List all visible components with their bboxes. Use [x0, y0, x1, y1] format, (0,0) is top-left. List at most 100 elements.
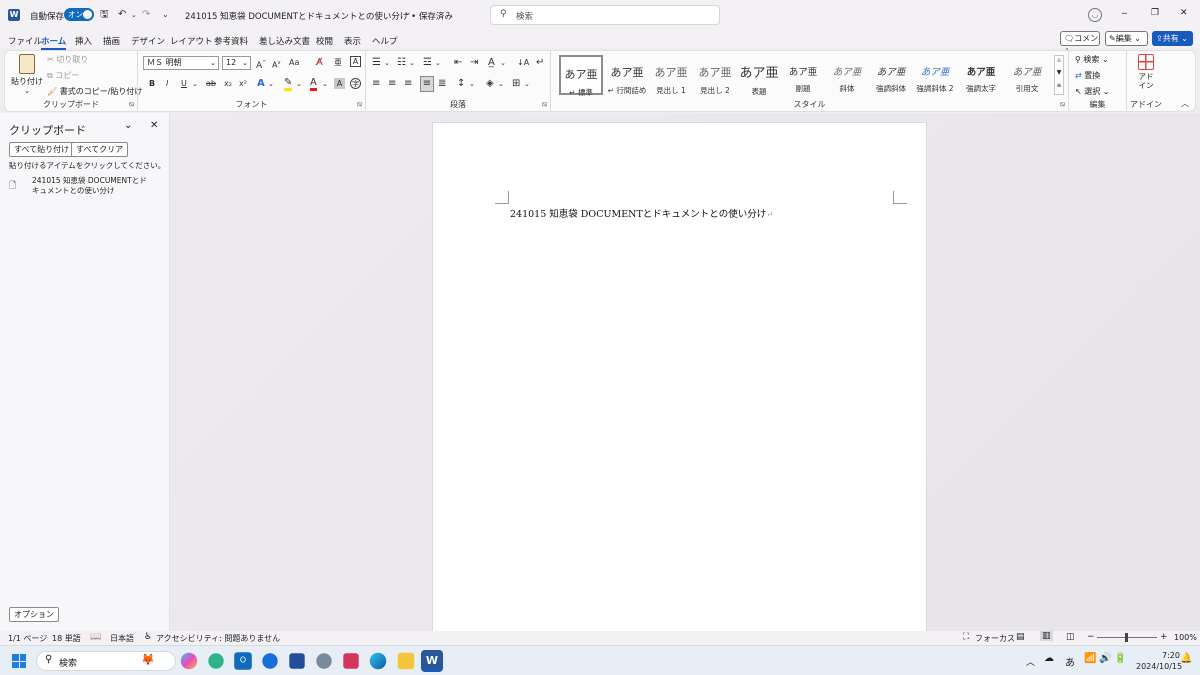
focus-mode-button[interactable]: フォーカス — [975, 633, 1015, 644]
sharing-icon[interactable] — [262, 653, 278, 669]
widgets-icon[interactable] — [208, 653, 224, 669]
paste-button[interactable]: 貼り付け ⌄ — [11, 54, 43, 98]
multilevel-list-icon[interactable]: ☲ — [423, 56, 432, 70]
numbering-icon[interactable]: ☷ — [397, 56, 406, 70]
find-button[interactable]: ⚲ 検索 ⌄ — [1075, 53, 1109, 67]
save-icon[interactable]: 🖫 — [100, 8, 109, 22]
style-heading-2[interactable]: あア亜 見出し 2 — [693, 55, 737, 95]
font-launcher-icon[interactable]: ⧅ — [358, 100, 362, 109]
redo-icon[interactable]: ↷ — [142, 8, 150, 22]
align-right-icon[interactable]: ≡ — [404, 77, 412, 91]
zoom-slider[interactable] — [1097, 633, 1157, 642]
asian-layout-chevron-icon[interactable]: ⌄ — [500, 56, 506, 70]
language-indicator[interactable]: 日本語 — [110, 633, 134, 644]
undo-icon[interactable]: ↶ — [118, 8, 126, 22]
grow-font-icon[interactable]: A^ — [256, 56, 266, 73]
addins-button[interactable]: アド イン — [1133, 54, 1159, 90]
volume-icon[interactable]: 🔊 — [1099, 653, 1111, 664]
file-explorer-icon[interactable] — [397, 652, 415, 670]
document-paragraph[interactable]: 241015 知恵袋 DOCUMENTとドキュメントとの使い分け↵ — [510, 206, 773, 220]
format-painter-button[interactable]: 🖌 書式のコピー/貼り付け — [47, 85, 142, 99]
style-normal[interactable]: あア亜 ↵ 標準 — [559, 55, 603, 97]
tab-insert[interactable]: 挿入 — [75, 35, 92, 47]
underline-button[interactable]: U — [181, 77, 187, 91]
taskbar-search[interactable]: ⚲ 検索 🦊 — [36, 651, 176, 671]
borders-chevron-icon[interactable]: ⌄ — [524, 77, 530, 91]
multilevel-chevron-icon[interactable]: ⌄ — [435, 56, 441, 70]
text-effects-icon[interactable]: A — [257, 77, 265, 91]
edge-icon[interactable] — [369, 652, 387, 670]
tab-mailings[interactable]: 差し込み文書 — [259, 35, 310, 47]
web-layout-icon[interactable]: ◫ — [1066, 632, 1075, 642]
pane-close-icon[interactable]: ✕ — [150, 120, 158, 131]
tab-references[interactable]: 参考資料 — [214, 35, 248, 47]
superscript-button[interactable]: x² — [239, 77, 247, 91]
distributed-icon[interactable]: ≣ — [438, 77, 446, 91]
italic-button[interactable]: I — [166, 77, 168, 91]
numbering-chevron-icon[interactable]: ⌄ — [409, 56, 415, 70]
search-box[interactable]: ⚲ 検索 — [490, 5, 720, 25]
settings-gear-icon[interactable] — [316, 653, 332, 669]
styles-up-icon[interactable]: ▲ — [1055, 56, 1063, 69]
zoom-in-button[interactable]: + — [1160, 632, 1168, 642]
style-quote[interactable]: あア亜 引用文 — [1005, 55, 1049, 95]
collapse-ribbon-icon[interactable]: ︿ — [1181, 97, 1189, 111]
character-border-icon[interactable]: A — [350, 56, 361, 67]
subscript-button[interactable]: x₂ — [224, 77, 232, 91]
word-count[interactable]: 18 単語 — [52, 633, 81, 644]
line-spacing-chevron-icon[interactable]: ⌄ — [469, 77, 475, 91]
character-shading-icon[interactable]: A — [334, 78, 345, 89]
cut-button[interactable]: ✂ 切り取り — [47, 53, 88, 67]
align-left-icon[interactable]: ≡ — [372, 77, 380, 91]
shrink-font-icon[interactable]: Av — [272, 56, 280, 73]
autosave-toggle[interactable]: オン — [64, 8, 94, 21]
style-subtle-emphasis[interactable]: あア亜 斜体 — [825, 55, 869, 95]
title-chevron-icon[interactable]: ⌄ — [404, 8, 412, 18]
paste-all-button[interactable]: すべて貼り付け — [9, 142, 75, 157]
bullets-chevron-icon[interactable]: ⌄ — [384, 56, 390, 70]
tab-view[interactable]: 表示 — [344, 35, 361, 47]
tab-file[interactable]: ファイル — [8, 35, 42, 47]
enclose-characters-icon[interactable]: 字 — [350, 78, 361, 89]
clear-formatting-icon[interactable]: A̸ — [316, 56, 323, 70]
styles-more-icon[interactable]: ≡ — [1055, 82, 1063, 95]
comments-button[interactable]: 🗨コメント — [1060, 31, 1100, 56]
style-title[interactable]: あア亜 表題 — [737, 55, 781, 96]
tab-draw[interactable]: 描画 — [103, 35, 120, 47]
line-spacing-icon[interactable]: ↕ — [457, 77, 465, 91]
shading-icon[interactable]: ◈ — [486, 77, 494, 91]
tab-help[interactable]: ヘルプ — [372, 35, 398, 47]
font-name-box[interactable]: ＭＳ 明朝 ⌄ — [143, 56, 219, 70]
close-button[interactable]: ✕ — [1180, 8, 1188, 18]
paragraph-launcher-icon[interactable]: ⧅ — [543, 100, 547, 109]
snipping-tool-icon[interactable] — [343, 653, 359, 669]
change-case-button[interactable]: Aa — [289, 56, 299, 70]
tab-layout[interactable]: レイアウト — [170, 35, 213, 47]
show-marks-icon[interactable]: ↵ — [536, 56, 544, 70]
replace-button[interactable]: ⇄ 置換 — [1075, 69, 1100, 83]
word-app-icon[interactable]: W — [8, 9, 20, 21]
font-color-icon[interactable]: A — [310, 77, 317, 91]
style-heading-1[interactable]: あア亜 見出し 1 — [649, 55, 693, 95]
ime-indicator[interactable]: あ — [1065, 654, 1075, 669]
tab-home[interactable]: ホーム — [41, 35, 67, 50]
customize-toolbar-icon[interactable]: ⌄ — [162, 8, 169, 22]
document-title[interactable]: 241015 知恵袋 DOCUMENTとドキュメントとの使い分け • 保存済み — [185, 10, 453, 22]
minimize-button[interactable]: ─ — [1122, 9, 1127, 18]
store-icon[interactable] — [289, 653, 305, 669]
decrease-indent-icon[interactable]: ⇤ — [454, 56, 462, 70]
tab-design[interactable]: デザイン — [131, 35, 165, 47]
zoom-out-button[interactable]: − — [1087, 632, 1095, 642]
font-color-chevron-icon[interactable]: ⌄ — [322, 77, 328, 91]
phonetic-guide-icon[interactable]: 亜 — [334, 56, 342, 70]
zoom-level[interactable]: 100% — [1174, 633, 1197, 642]
notification-bell-icon[interactable]: 🔔 — [1180, 653, 1192, 664]
pane-options-chevron-icon[interactable]: ⌄ — [124, 120, 132, 131]
read-mode-icon[interactable]: ▤ — [1016, 632, 1025, 642]
wifi-icon[interactable]: 📶 — [1084, 653, 1096, 664]
share-button[interactable]: ⇪共有 ⌄ — [1152, 31, 1193, 46]
style-emphasis[interactable]: あア亜 強調斜体 — [869, 55, 913, 95]
copilot-icon[interactable] — [180, 652, 198, 670]
align-center-icon[interactable]: ≡ — [388, 77, 396, 91]
clock-date[interactable]: 2024/10/15 — [1136, 662, 1182, 671]
